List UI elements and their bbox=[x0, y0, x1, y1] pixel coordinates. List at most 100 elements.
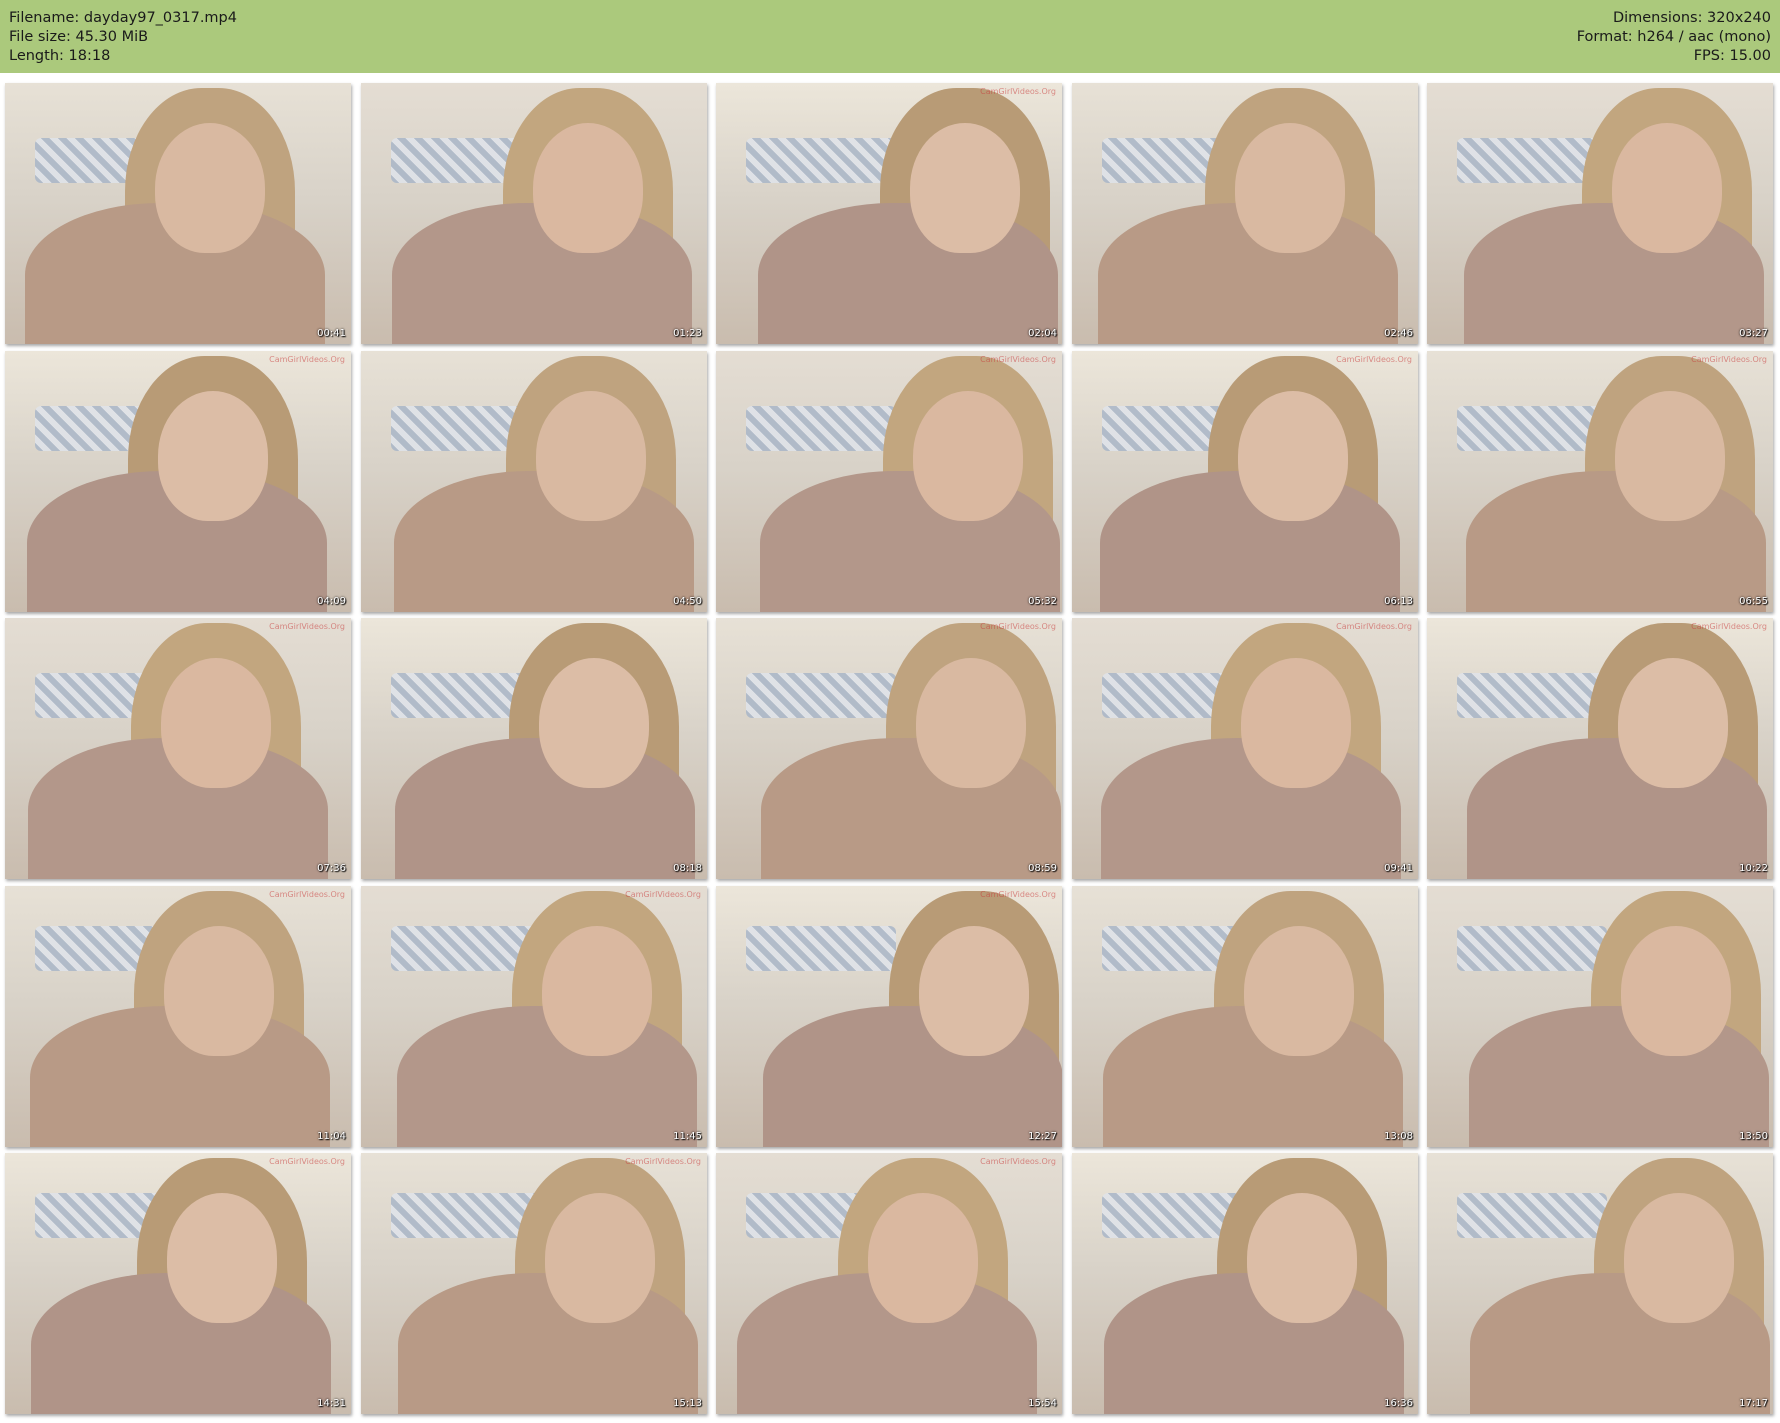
frame-timestamp: 12:27 bbox=[1028, 1131, 1057, 1142]
figure-face-shape bbox=[868, 1193, 979, 1323]
frame-timestamp: 06:55 bbox=[1739, 596, 1768, 607]
frame-timestamp: 16:36 bbox=[1384, 1398, 1413, 1409]
frame-timestamp: 07:36 bbox=[317, 863, 346, 874]
bedding-shape bbox=[746, 138, 896, 183]
figure-face-shape bbox=[919, 926, 1030, 1056]
frame-timestamp: 10:22 bbox=[1739, 863, 1768, 874]
figure-face-shape bbox=[533, 123, 644, 253]
figure-body-shape bbox=[758, 203, 1059, 344]
figure-face-shape bbox=[164, 926, 274, 1056]
figure-body-shape bbox=[1464, 203, 1765, 344]
figure-face-shape bbox=[1620, 926, 1731, 1056]
watermark-text: CamGirlVideos.Org bbox=[625, 890, 701, 899]
watermark-text: CamGirlVideos.Org bbox=[980, 622, 1056, 631]
frame-timestamp: 01:23 bbox=[673, 328, 702, 339]
watermark-text: CamGirlVideos.Org bbox=[980, 1157, 1056, 1166]
figure-face-shape bbox=[158, 391, 268, 521]
video-frame-thumbnail: 16:36 bbox=[1072, 1153, 1418, 1414]
video-frame-thumbnail: CamGirlVideos.Org 12:27 bbox=[716, 886, 1062, 1147]
bedding-shape bbox=[1457, 926, 1607, 971]
figure-face-shape bbox=[1611, 123, 1722, 253]
frame-timestamp: 11:04 bbox=[317, 1131, 346, 1142]
figure-face-shape bbox=[155, 123, 265, 253]
video-frame-thumbnail: 13:50 bbox=[1427, 886, 1773, 1147]
video-frame-thumbnail: CamGirlVideos.Org 09:41 bbox=[1072, 618, 1418, 879]
figure-face-shape bbox=[913, 391, 1024, 521]
video-frame-thumbnail: CamGirlVideos.Org 06:55 bbox=[1427, 351, 1773, 612]
frame-timestamp: 15:54 bbox=[1028, 1398, 1057, 1409]
watermark-text: CamGirlVideos.Org bbox=[625, 1157, 701, 1166]
figure-face-shape bbox=[1246, 1193, 1357, 1323]
frame-timestamp: 11:45 bbox=[673, 1131, 702, 1142]
figure-body-shape bbox=[398, 1273, 699, 1414]
bedding-shape bbox=[1457, 673, 1607, 718]
video-frame-thumbnail: CamGirlVideos.Org 15:13 bbox=[361, 1153, 707, 1414]
figure-face-shape bbox=[1240, 658, 1351, 788]
frame-timestamp: 13:08 bbox=[1384, 1131, 1413, 1142]
watermark-text: CamGirlVideos.Org bbox=[1691, 622, 1767, 631]
figure-face-shape bbox=[542, 926, 653, 1056]
video-frame-thumbnail: 00:41 bbox=[5, 83, 351, 344]
video-frame-thumbnail: 04:50 bbox=[361, 351, 707, 612]
watermark-text: CamGirlVideos.Org bbox=[269, 355, 345, 364]
frame-timestamp: 06:13 bbox=[1384, 596, 1413, 607]
figure-body-shape bbox=[1465, 471, 1766, 612]
video-frame-thumbnail: CamGirlVideos.Org 14:31 bbox=[5, 1153, 351, 1414]
video-frame-thumbnail: 08:18 bbox=[361, 618, 707, 879]
frame-timestamp: 04:09 bbox=[317, 596, 346, 607]
watermark-text: CamGirlVideos.Org bbox=[1336, 355, 1412, 364]
filename-label: Filename: dayday97_0317.mp4 bbox=[9, 10, 237, 26]
frame-timestamp: 17:17 bbox=[1739, 1398, 1768, 1409]
watermark-text: CamGirlVideos.Org bbox=[980, 355, 1056, 364]
video-info: Dimensions: 320x240 Format: h264 / aac (… bbox=[1577, 9, 1771, 66]
figure-face-shape bbox=[1614, 391, 1725, 521]
dimensions-label: Dimensions: 320x240 bbox=[1612, 10, 1771, 26]
figure-face-shape bbox=[910, 123, 1021, 253]
figure-face-shape bbox=[1243, 926, 1354, 1056]
video-frame-thumbnail: CamGirlVideos.Org 07:36 bbox=[5, 618, 351, 879]
figure-face-shape bbox=[539, 658, 650, 788]
watermark-text: CamGirlVideos.Org bbox=[269, 890, 345, 899]
bedding-shape bbox=[1457, 406, 1607, 451]
figure-face-shape bbox=[916, 658, 1027, 788]
watermark-text: CamGirlVideos.Org bbox=[980, 87, 1056, 96]
frame-timestamp: 09:41 bbox=[1384, 863, 1413, 874]
filesize-label: File size: 45.30 MiB bbox=[9, 29, 149, 45]
fps-label: FPS: 15.00 bbox=[1693, 48, 1771, 64]
thumbnail-grid: 00:41 01:23 CamGirlVideos.Org 02:04 02:46 03:… bbox=[5, 83, 1775, 1418]
frame-timestamp: 02:04 bbox=[1028, 328, 1057, 339]
file-info: Filename: dayday97_0317.mp4 File size: 4… bbox=[9, 9, 237, 66]
format-label: Format: h264 / aac (mono) bbox=[1576, 29, 1771, 45]
figure-face-shape bbox=[1623, 1193, 1734, 1323]
frame-timestamp: 02:46 bbox=[1384, 328, 1413, 339]
info-header: Filename: dayday97_0317.mp4 File size: 4… bbox=[0, 0, 1780, 73]
figure-body-shape bbox=[1467, 738, 1768, 879]
figure-face-shape bbox=[545, 1193, 656, 1323]
length-label: Length: 18:18 bbox=[9, 48, 111, 64]
watermark-text: CamGirlVideos.Org bbox=[269, 1157, 345, 1166]
bedding-shape bbox=[1457, 1193, 1607, 1238]
figure-face-shape bbox=[1234, 123, 1345, 253]
frame-timestamp: 03:27 bbox=[1739, 328, 1768, 339]
video-frame-thumbnail: 17:17 bbox=[1427, 1153, 1773, 1414]
frame-timestamp: 00:41 bbox=[317, 328, 346, 339]
figure-face-shape bbox=[1617, 658, 1728, 788]
video-frame-thumbnail: CamGirlVideos.Org 05:32 bbox=[716, 351, 1062, 612]
figure-face-shape bbox=[167, 1193, 277, 1323]
video-frame-thumbnail: CamGirlVideos.Org 11:04 bbox=[5, 886, 351, 1147]
watermark-text: CamGirlVideos.Org bbox=[269, 622, 345, 631]
video-frame-thumbnail: CamGirlVideos.Org 08:59 bbox=[716, 618, 1062, 879]
frame-timestamp: 13:50 bbox=[1739, 1131, 1768, 1142]
watermark-text: CamGirlVideos.Org bbox=[1691, 355, 1767, 364]
frame-timestamp: 15:13 bbox=[673, 1398, 702, 1409]
bedding-shape bbox=[746, 406, 896, 451]
video-frame-thumbnail: CamGirlVideos.Org 06:13 bbox=[1072, 351, 1418, 612]
bedding-shape bbox=[746, 926, 896, 971]
figure-face-shape bbox=[536, 391, 647, 521]
video-frame-thumbnail: 03:27 bbox=[1427, 83, 1773, 344]
video-frame-thumbnail: CamGirlVideos.Org 10:22 bbox=[1427, 618, 1773, 879]
figure-face-shape bbox=[161, 658, 271, 788]
video-frame-thumbnail: CamGirlVideos.Org 02:04 bbox=[716, 83, 1062, 344]
figure-face-shape bbox=[1237, 391, 1348, 521]
bedding-shape bbox=[746, 673, 896, 718]
